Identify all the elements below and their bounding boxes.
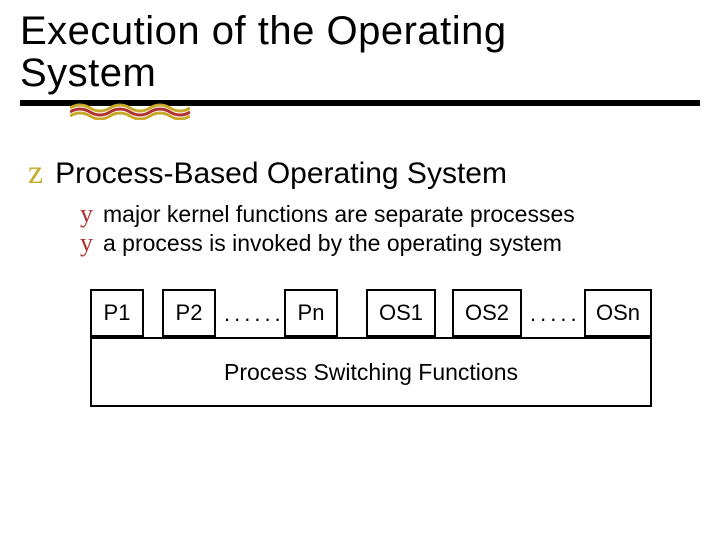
box-pn: Pn [284, 289, 338, 337]
box-osn: OSn [584, 289, 652, 337]
process-diagram: P1 P2 ...... Pn OS1 OS2 ..... OSn Proces… [90, 289, 650, 429]
bullet-y-icon: y [80, 201, 93, 227]
slide-title: Execution of the Operating System [0, 0, 720, 94]
dots-1: ...... [224, 301, 285, 327]
title-line-2: System [20, 51, 156, 95]
box-os1: OS1 [366, 289, 436, 337]
box-p2: P2 [162, 289, 216, 337]
main-bullet-row: z Process-Based Operating System [28, 156, 720, 191]
box-os2: OS2 [452, 289, 522, 337]
sub-bullet-list: y major kernel functions are separate pr… [80, 201, 720, 257]
scribble-decoration [70, 102, 190, 120]
box-p1: P1 [90, 289, 144, 337]
dots-2: ..... [530, 301, 581, 327]
bullet-y-icon: y [80, 230, 93, 256]
box-footer: Process Switching Functions [90, 337, 652, 407]
bullet-z-icon: z [28, 156, 43, 190]
sub-bullet-text: major kernel functions are separate proc… [103, 201, 575, 228]
sub-bullet-row: y major kernel functions are separate pr… [80, 201, 720, 228]
main-bullet-text: Process-Based Operating System [55, 157, 507, 191]
title-line-1: Execution of the Operating [20, 9, 507, 53]
sub-bullet-text: a process is invoked by the operating sy… [103, 230, 562, 257]
sub-bullet-row: y a process is invoked by the operating … [80, 230, 720, 257]
title-underline [20, 100, 700, 122]
